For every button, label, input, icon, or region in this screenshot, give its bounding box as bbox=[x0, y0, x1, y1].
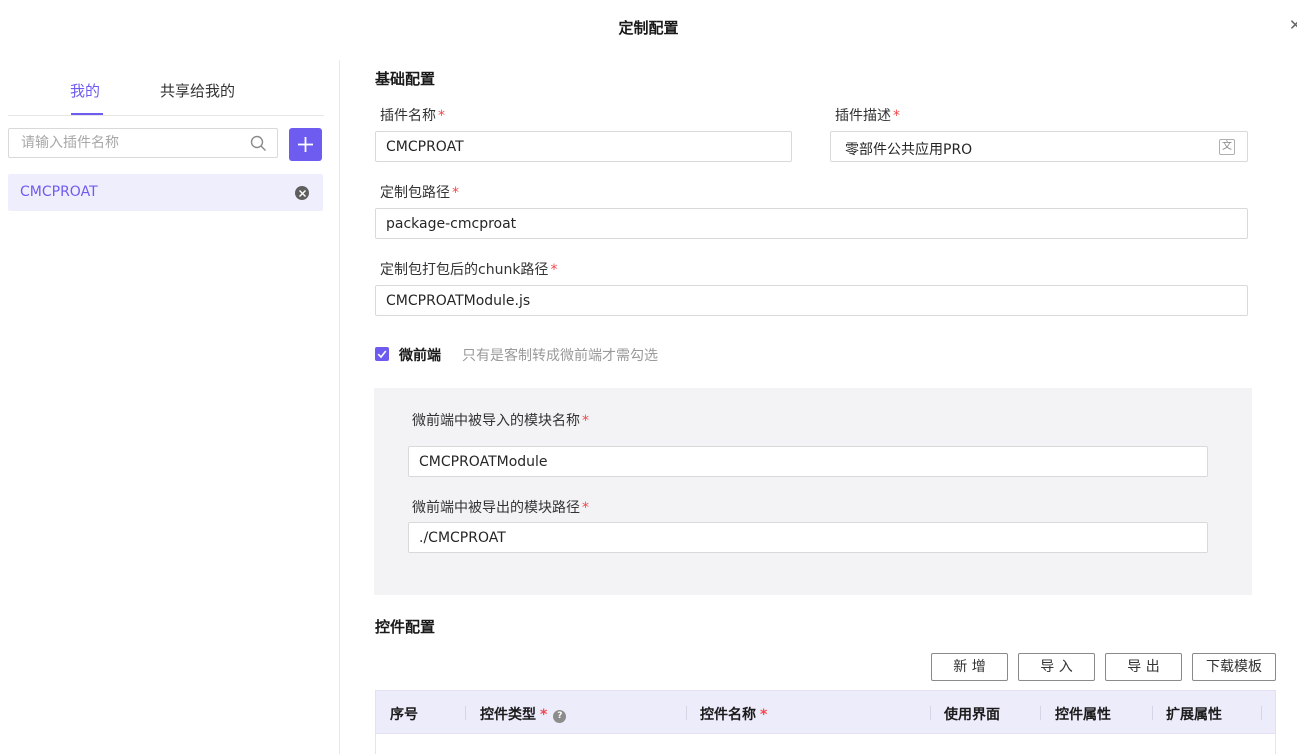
active-tab-indicator bbox=[71, 113, 103, 115]
controls-table-body bbox=[375, 734, 1276, 754]
plugin-name-field[interactable]: CMCPROAT bbox=[375, 131, 792, 162]
plus-icon bbox=[298, 137, 313, 152]
help-icon[interactable]: ? bbox=[553, 710, 567, 723]
column-divider[interactable] bbox=[1040, 706, 1041, 720]
remove-icon[interactable] bbox=[295, 186, 309, 200]
package-path-field[interactable]: package-cmcproat bbox=[375, 208, 1248, 239]
column-divider[interactable] bbox=[465, 706, 466, 720]
chunk-path-label: 定制包打包后的chunk路径 * bbox=[380, 262, 558, 278]
plugin-desc-label: 插件描述 * bbox=[835, 108, 900, 124]
required-mark: * bbox=[540, 707, 548, 723]
tab-mine[interactable]: 我的 bbox=[70, 80, 100, 101]
import-module-label: 微前端中被导入的模块名称 * bbox=[412, 413, 589, 429]
required-mark: * bbox=[550, 262, 558, 278]
plugin-list-item[interactable]: CMCPROAT bbox=[8, 174, 323, 211]
col-attr: 控件属性 bbox=[1055, 707, 1111, 723]
import-module-field[interactable]: CMCPROATModule bbox=[408, 446, 1208, 477]
plugin-search bbox=[8, 128, 278, 158]
section-title-basic: 基础配置 bbox=[375, 70, 436, 88]
search-input[interactable] bbox=[9, 129, 239, 157]
required-mark: * bbox=[582, 500, 589, 516]
export-path-field[interactable]: ./CMCPROAT bbox=[408, 522, 1208, 553]
add-plugin-button[interactable] bbox=[289, 128, 322, 161]
required-mark: * bbox=[760, 707, 768, 723]
col-ext: 扩展属性 bbox=[1166, 707, 1222, 723]
package-path-label: 定制包路径 * bbox=[380, 185, 459, 201]
search-icon[interactable] bbox=[250, 135, 267, 152]
download-template-button[interactable]: 下载模板 bbox=[1192, 653, 1276, 681]
micro-frontend-checkbox[interactable] bbox=[375, 347, 389, 361]
column-divider[interactable] bbox=[1261, 706, 1262, 720]
dialog-title: 定制配置 bbox=[618, 19, 679, 37]
plugin-desc-field[interactable]: 零部件公共应用PRO 文 bbox=[830, 131, 1248, 162]
micro-frontend-label: 微前端 bbox=[399, 348, 441, 364]
col-seq: 序号 bbox=[390, 707, 418, 723]
required-mark: * bbox=[438, 108, 445, 124]
controls-table-header: 序号 控件类型 *? 控件名称 * 使用界面 控件属性 扩展属性 bbox=[375, 690, 1276, 734]
col-ui: 使用界面 bbox=[944, 707, 1000, 723]
import-button[interactable]: 导 入 bbox=[1018, 653, 1095, 681]
export-button[interactable]: 导 出 bbox=[1105, 653, 1182, 681]
required-mark: * bbox=[582, 413, 589, 429]
section-title-controls: 控件配置 bbox=[375, 618, 436, 636]
micro-frontend-hint: 只有是客制转成微前端才需勾选 bbox=[462, 348, 658, 364]
add-button[interactable]: 新 增 bbox=[931, 653, 1008, 681]
translate-icon[interactable]: 文 bbox=[1219, 139, 1235, 155]
required-mark: * bbox=[452, 185, 459, 201]
column-divider[interactable] bbox=[686, 706, 687, 720]
plugin-sidebar: 我的 共享给我的 CMCPROAT bbox=[0, 60, 340, 754]
column-divider[interactable] bbox=[930, 706, 931, 720]
col-type: 控件类型 *? bbox=[480, 704, 567, 724]
plugin-name-label: 插件名称 * bbox=[380, 108, 445, 124]
sidebar-tabs: 我的 共享给我的 bbox=[8, 60, 324, 116]
close-icon[interactable]: ✕ bbox=[1289, 16, 1297, 34]
tab-shared-with-me[interactable]: 共享给我的 bbox=[160, 80, 235, 101]
export-path-label: 微前端中被导出的模块路径 * bbox=[412, 500, 589, 516]
plugin-item-label: CMCPROAT bbox=[20, 184, 98, 200]
column-divider[interactable] bbox=[1152, 706, 1153, 720]
chunk-path-field[interactable]: CMCPROATModule.js bbox=[375, 285, 1248, 316]
col-name: 控件名称 * bbox=[700, 707, 768, 723]
required-mark: * bbox=[893, 108, 900, 124]
